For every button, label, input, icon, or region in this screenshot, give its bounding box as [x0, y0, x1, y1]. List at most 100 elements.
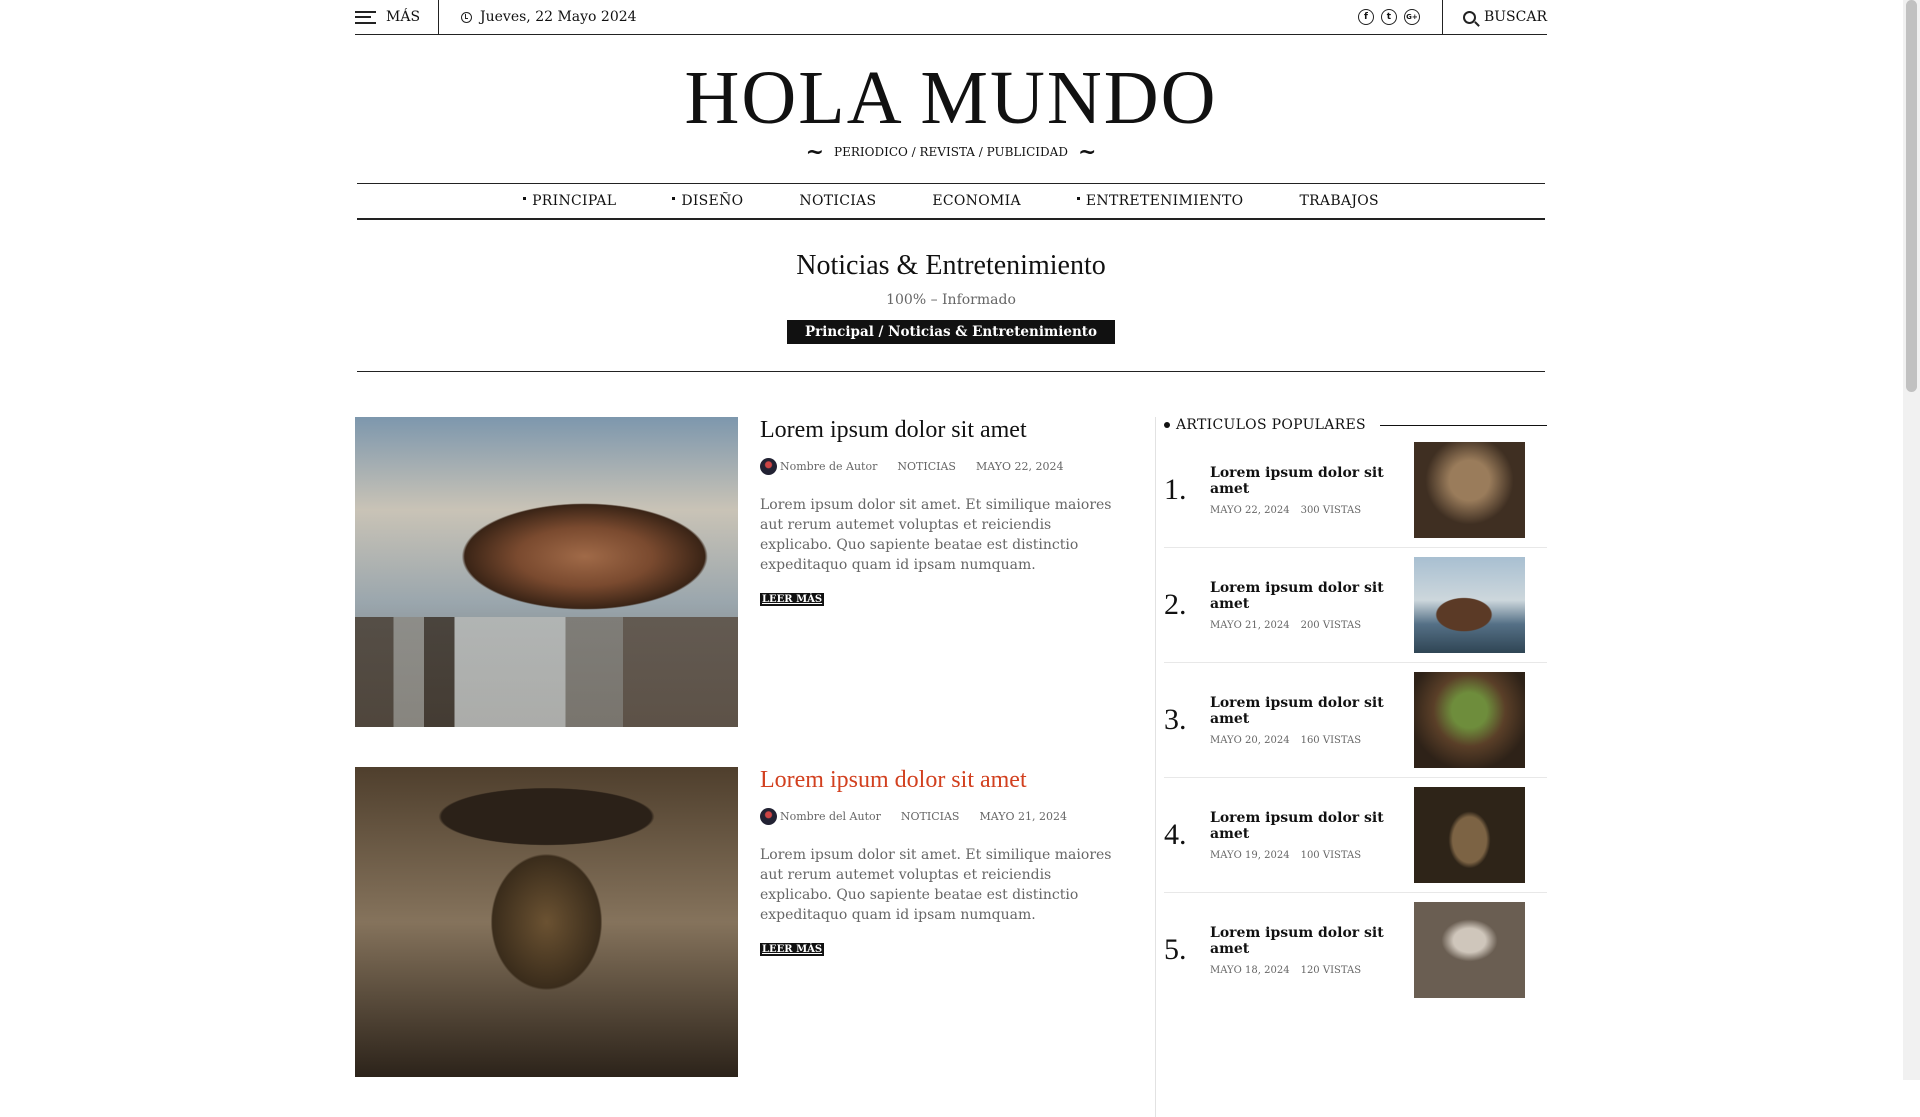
popular-item[interactable]: 3. Lorem ipsum dolor sit amet MAYO 20, 2…	[1164, 663, 1547, 778]
clock-icon	[461, 11, 472, 23]
submenu-indicator-icon	[1076, 196, 1080, 200]
page-title: Noticias & Entretenimiento	[796, 250, 1106, 281]
popular-meta: MAYO 22, 2024 300 VISTAS	[1210, 505, 1414, 516]
post-category[interactable]: NOTICIAS	[901, 810, 960, 823]
date-text: Jueves, 22 Mayo 2024	[480, 9, 637, 25]
author-name: Nombre de Autor	[780, 460, 878, 473]
section-header: Noticias & Entretenimiento 100% – Inform…	[357, 220, 1545, 372]
popular-views: 200 VISTAS	[1300, 619, 1362, 631]
post-image-plague-doctor[interactable]	[355, 767, 738, 1077]
avatar	[760, 458, 777, 475]
popular-thumbnail[interactable]	[1414, 902, 1525, 998]
facebook-icon[interactable]: f	[1357, 9, 1374, 25]
google-plus-icon[interactable]: G+	[1403, 9, 1420, 25]
more-label: MÁS	[386, 9, 421, 25]
popular-item[interactable]: 2. Lorem ipsum dolor sit amet MAYO 21, 2…	[1164, 548, 1547, 663]
social-links: f t G+	[1357, 0, 1443, 34]
popular-views: 160 VISTAS	[1300, 734, 1362, 746]
popular-views: 100 VISTAS	[1300, 849, 1362, 861]
popular-item[interactable]: 1. Lorem ipsum dolor sit amet MAYO 22, 2…	[1164, 433, 1547, 548]
submenu-indicator-icon	[523, 196, 527, 200]
popular-title[interactable]: Lorem ipsum dolor sit amet	[1210, 580, 1414, 612]
main-navigation: PRINCIPAL DISEÑO NOTICIAS ECONOMIA ENTRE…	[357, 183, 1545, 220]
popular-item[interactable]: 4. Lorem ipsum dolor sit amet MAYO 19, 2…	[1164, 778, 1547, 893]
read-more-button[interactable]: LEER MÁS	[760, 943, 825, 956]
nav-label: ENTRETENIMIENTO	[1085, 193, 1244, 209]
post-title[interactable]: Lorem ipsum dolor sit amet	[760, 417, 1120, 444]
nav-item-economia[interactable]: ECONOMIA	[904, 193, 1049, 209]
popular-title[interactable]: Lorem ipsum dolor sit amet	[1210, 925, 1414, 957]
nav-label: PRINCIPAL	[532, 193, 617, 209]
masthead: HOLA MUNDO ~ PERIODICO / REVISTA / PUBLI…	[355, 35, 1547, 165]
widget-title: ARTICULOS POPULARES	[1176, 417, 1366, 433]
more-menu-button[interactable]: MÁS	[355, 0, 439, 34]
post-body: Lorem ipsum dolor sit amet Nombre del Au…	[738, 767, 1120, 1077]
scrollbar-thumb[interactable]	[1906, 0, 1917, 392]
popular-title[interactable]: Lorem ipsum dolor sit amet	[1210, 465, 1414, 497]
popular-date: MAYO 18, 2024	[1210, 964, 1290, 976]
top-bar: MÁS Jueves, 22 Mayo 2024 f t G+ BUSCAR	[355, 0, 1547, 35]
post-list: Lorem ipsum dolor sit amet Nombre de Aut…	[355, 417, 1156, 1117]
post-author[interactable]: Nombre del Autor	[760, 808, 881, 825]
main-content: Lorem ipsum dolor sit amet Nombre de Aut…	[355, 417, 1547, 1117]
popular-meta: MAYO 19, 2024 100 VISTAS	[1210, 850, 1414, 861]
search-icon	[1462, 10, 1476, 24]
popular-views: 120 VISTAS	[1300, 964, 1362, 976]
popular-title[interactable]: Lorem ipsum dolor sit amet	[1210, 695, 1414, 727]
popular-thumbnail[interactable]	[1414, 557, 1525, 653]
sidebar: ARTICULOS POPULARES 1. Lorem ipsum dolor…	[1156, 417, 1547, 1117]
popular-date: MAYO 22, 2024	[1210, 504, 1290, 516]
post-date: MAYO 22, 2024	[975, 460, 1064, 473]
post-image-airship[interactable]	[355, 417, 738, 727]
post-item: Lorem ipsum dolor sit amet Nombre del Au…	[355, 767, 1155, 1077]
post-category[interactable]: NOTICIAS	[897, 460, 956, 473]
page-wrapper: MÁS Jueves, 22 Mayo 2024 f t G+ BUSCAR H…	[355, 0, 1547, 1117]
popular-thumbnail[interactable]	[1414, 442, 1525, 538]
nav-item-principal[interactable]: PRINCIPAL	[495, 193, 644, 209]
search-button[interactable]: BUSCAR	[1443, 9, 1547, 25]
nav-label: TRABAJOS	[1299, 193, 1379, 209]
popular-title[interactable]: Lorem ipsum dolor sit amet	[1210, 810, 1414, 842]
ornament-left-icon: ~	[805, 139, 825, 165]
post-title[interactable]: Lorem ipsum dolor sit amet	[760, 767, 1120, 794]
post-author[interactable]: Nombre de Autor	[760, 458, 877, 475]
popular-thumbnail[interactable]	[1414, 787, 1525, 883]
nav-label: NOTICIAS	[799, 193, 877, 209]
site-logo[interactable]: HOLA MUNDO	[355, 59, 1547, 137]
read-more-button[interactable]: LEER MÁS	[760, 593, 825, 606]
nav-item-trabajos[interactable]: TRABAJOS	[1271, 193, 1406, 209]
hamburger-icon	[355, 10, 376, 24]
popular-date: MAYO 19, 2024	[1210, 849, 1290, 861]
author-name: Nombre del Autor	[780, 810, 881, 823]
popular-item[interactable]: 5. Lorem ipsum dolor sit amet MAYO 18, 2…	[1164, 893, 1547, 1007]
page-subtitle: 100% – Informado	[886, 292, 1016, 308]
popular-thumbnail[interactable]	[1414, 672, 1525, 768]
popular-date: MAYO 21, 2024	[1210, 619, 1290, 631]
nav-item-diseno[interactable]: DISEÑO	[644, 193, 771, 209]
popular-info: Lorem ipsum dolor sit amet MAYO 20, 2024…	[1210, 695, 1414, 746]
nav-label: DISEÑO	[681, 193, 744, 209]
post-date: MAYO 21, 2024	[979, 810, 1067, 823]
popular-date: MAYO 20, 2024	[1210, 734, 1290, 746]
breadcrumb[interactable]: Principal / Noticias & Entretenimiento	[786, 320, 1116, 344]
rank-number: 5.	[1164, 933, 1187, 966]
popular-articles-heading: ARTICULOS POPULARES	[1164, 417, 1547, 433]
nav-item-entretenimiento[interactable]: ENTRETENIMIENTO	[1049, 193, 1272, 209]
popular-meta: MAYO 18, 2024 120 VISTAS	[1210, 965, 1414, 976]
twitter-icon[interactable]: t	[1380, 9, 1397, 25]
popular-info: Lorem ipsum dolor sit amet MAYO 18, 2024…	[1210, 925, 1414, 976]
rank-number: 1.	[1164, 473, 1187, 506]
vertical-scrollbar[interactable]	[1903, 0, 1920, 1080]
ornament-right-icon: ~	[1077, 139, 1097, 165]
site-tagline: ~ PERIODICO / REVISTA / PUBLICIDAD ~	[355, 139, 1547, 165]
search-label: BUSCAR	[1483, 9, 1547, 25]
post-excerpt: Lorem ipsum dolor sit amet. Et similique…	[760, 497, 1112, 573]
rank-number: 2.	[1164, 588, 1187, 621]
popular-meta: MAYO 20, 2024 160 VISTAS	[1210, 735, 1414, 746]
popular-info: Lorem ipsum dolor sit amet MAYO 21, 2024…	[1210, 580, 1414, 631]
post-excerpt: Lorem ipsum dolor sit amet. Et similique…	[760, 847, 1112, 923]
nav-item-noticias[interactable]: NOTICIAS	[771, 193, 904, 209]
popular-info: Lorem ipsum dolor sit amet MAYO 22, 2024…	[1210, 465, 1414, 516]
post-item: Lorem ipsum dolor sit amet Nombre de Aut…	[355, 417, 1155, 727]
rank-number: 4.	[1164, 818, 1187, 851]
